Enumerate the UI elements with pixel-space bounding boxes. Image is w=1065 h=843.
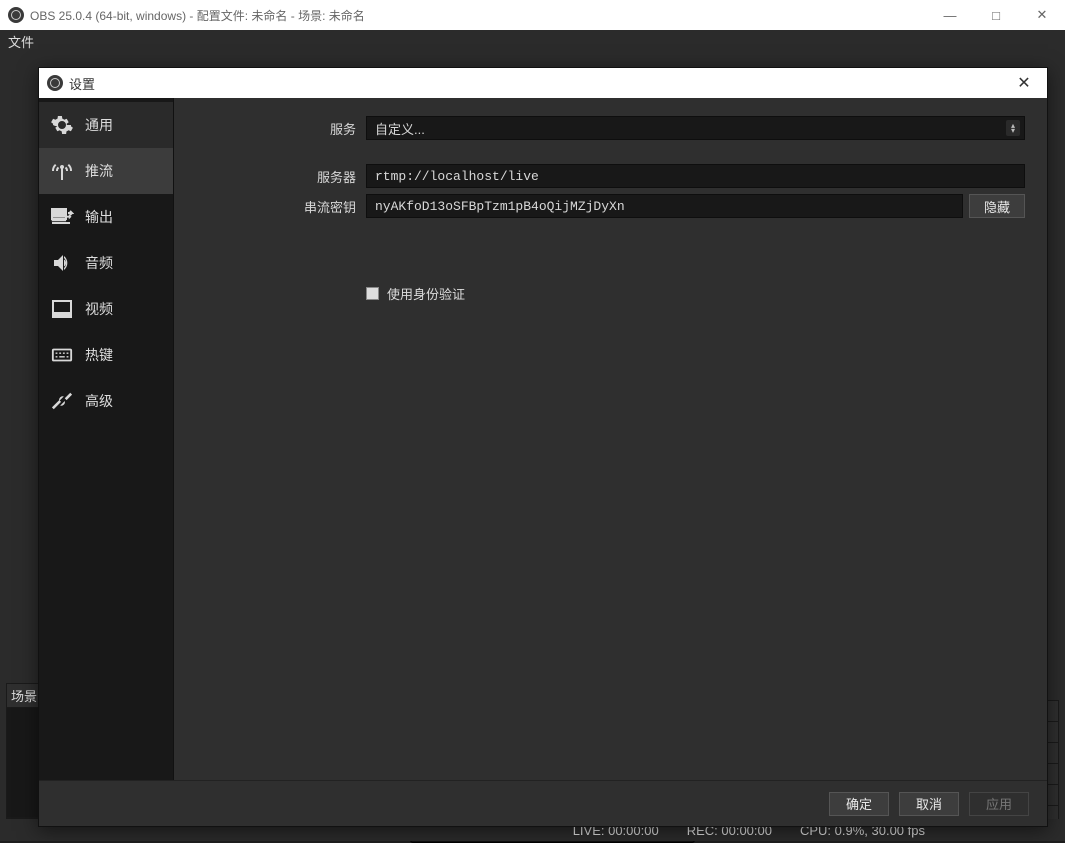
- settings-dialog: 设置 ✕ 通用 推流: [38, 67, 1048, 827]
- sidebar-label-output: 输出: [85, 207, 113, 227]
- scenes-header-label: 场景: [11, 686, 37, 705]
- hide-key-button[interactable]: 隐藏: [969, 194, 1025, 218]
- os-window-titlebar: OBS 25.0.4 (64-bit, windows) - 配置文件: 未命名…: [0, 0, 1065, 30]
- sidebar-item-video[interactable]: 视频: [39, 286, 173, 332]
- sidebar-item-advanced[interactable]: 高级: [39, 378, 173, 424]
- settings-dialog-title: 设置: [69, 74, 95, 93]
- window-minimize-button[interactable]: ―: [927, 0, 973, 30]
- obs-app-icon: [8, 7, 24, 23]
- server-label: 服务器: [196, 167, 366, 186]
- settings-sidebar: 通用 推流 输出: [39, 98, 174, 780]
- stream-key-input[interactable]: [366, 194, 963, 218]
- stream-key-label: 串流密钥: [196, 197, 366, 216]
- service-select[interactable]: 自定义...: [366, 116, 1025, 140]
- gear-icon: [49, 112, 75, 138]
- sidebar-label-stream: 推流: [85, 161, 113, 181]
- sidebar-item-output[interactable]: 输出: [39, 194, 173, 240]
- obs-main-area: 文件 场景 … + − LIVE: 00:00:00 REC: 00:00:00…: [0, 30, 1065, 841]
- sidebar-label-hotkeys: 热键: [85, 345, 113, 365]
- speaker-icon: [49, 250, 75, 276]
- sidebar-item-general[interactable]: 通用: [39, 102, 173, 148]
- keyboard-icon: [49, 342, 75, 368]
- ok-button[interactable]: 确定: [829, 792, 889, 816]
- use-auth-label: 使用身份验证: [387, 284, 465, 303]
- apply-button[interactable]: 应用: [969, 792, 1029, 816]
- sidebar-label-general: 通用: [85, 115, 113, 135]
- sidebar-label-audio: 音频: [85, 253, 113, 273]
- antenna-icon: [49, 158, 75, 184]
- sidebar-label-video: 视频: [85, 299, 113, 319]
- use-auth-checkbox[interactable]: [366, 287, 379, 300]
- cancel-button[interactable]: 取消: [899, 792, 959, 816]
- chevron-updown-icon: [1006, 120, 1020, 136]
- sidebar-item-hotkeys[interactable]: 热键: [39, 332, 173, 378]
- tools-icon: [49, 388, 75, 414]
- sidebar-item-stream[interactable]: 推流: [39, 148, 173, 194]
- settings-dialog-titlebar: 设置 ✕: [39, 68, 1047, 98]
- service-label: 服务: [196, 119, 366, 138]
- server-input[interactable]: [366, 164, 1025, 188]
- menu-file[interactable]: 文件: [8, 32, 34, 51]
- window-maximize-button[interactable]: □: [973, 0, 1019, 30]
- settings-dialog-footer: 确定 取消 应用: [39, 780, 1047, 826]
- settings-dialog-icon: [47, 75, 63, 91]
- window-close-button[interactable]: ✕: [1019, 0, 1065, 30]
- service-select-value: 自定义...: [375, 119, 425, 138]
- window-title: OBS 25.0.4 (64-bit, windows) - 配置文件: 未命名…: [30, 7, 365, 24]
- settings-dialog-close-button[interactable]: ✕: [1001, 68, 1047, 98]
- settings-content-stream: 服务 自定义... 服务器 串流密钥: [174, 98, 1047, 780]
- sidebar-item-audio[interactable]: 音频: [39, 240, 173, 286]
- menubar: 文件: [0, 30, 1065, 52]
- sidebar-label-advanced: 高级: [85, 391, 113, 411]
- output-icon: [49, 204, 75, 230]
- monitor-icon: [49, 296, 75, 322]
